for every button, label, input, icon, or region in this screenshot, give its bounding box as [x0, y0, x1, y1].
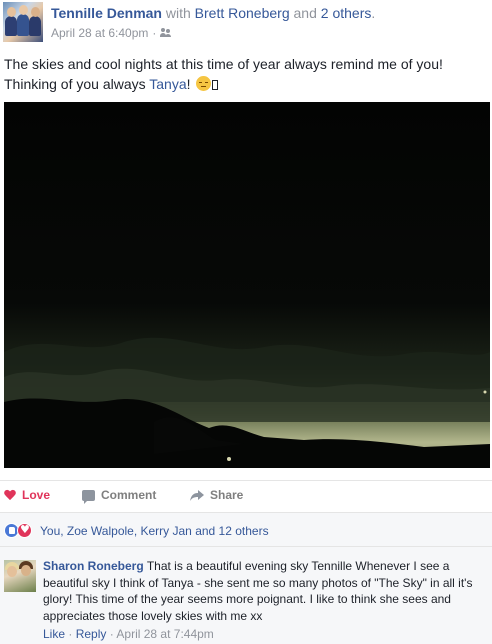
post-header: Tennille Denman with Brett Roneberg and …	[0, 0, 492, 46]
post-timestamp[interactable]: April 28 at 6:40pm	[51, 26, 148, 40]
love-label: Love	[22, 488, 51, 502]
pensive-face-emoji-icon	[196, 76, 212, 91]
comment-label: Comment	[101, 488, 157, 502]
post-message: The skies and cool nights at this time o…	[4, 54, 488, 94]
post-action-bar: Love Comment Share	[0, 480, 492, 510]
love-reaction-icon	[17, 523, 32, 538]
others-link[interactable]: 2 others	[321, 5, 372, 21]
tagged-person[interactable]: Brett Roneberg	[195, 5, 290, 21]
comment-body: Sharon Roneberg That is a beautiful even…	[43, 558, 488, 624]
comment-meta: Like · Reply · April 28 at 7:44pm	[43, 627, 214, 641]
share-button[interactable]: Share	[190, 488, 243, 502]
comment-icon	[82, 489, 95, 504]
heart-icon	[4, 490, 16, 501]
commenter-avatar[interactable]	[4, 560, 36, 592]
comment-reply-link[interactable]: Reply	[76, 627, 107, 641]
share-icon	[190, 489, 204, 501]
love-button[interactable]: Love	[4, 488, 50, 502]
with-word: with	[165, 5, 191, 21]
reaction-icons[interactable]	[4, 523, 32, 538]
message-text-2: !	[186, 76, 195, 92]
post-photo[interactable]	[4, 102, 490, 468]
mention-link[interactable]: Tanya	[149, 76, 186, 92]
post-title-line: Tennille Denman with Brett Roneberg and …	[51, 5, 375, 21]
comment-item: Sharon Roneberg That is a beautiful even…	[0, 546, 492, 644]
author-name[interactable]: Tennille Denman	[51, 5, 162, 21]
reactions-text[interactable]: You, Zoe Walpole, Kerry Jan and 12 other…	[40, 524, 269, 538]
missing-glyph-icon	[212, 80, 219, 90]
comment-meta-dot-2: ·	[109, 627, 114, 641]
author-avatar[interactable]	[3, 2, 43, 42]
meta-separator: ·	[152, 26, 157, 40]
comment-button[interactable]: Comment	[82, 488, 157, 504]
commenter-name[interactable]: Sharon Roneberg	[43, 559, 144, 573]
feed-post: Tennille Denman with Brett Roneberg and …	[0, 0, 492, 644]
share-label: Share	[210, 488, 244, 502]
post-meta: April 28 at 6:40pm ·	[51, 26, 172, 40]
friends-icon[interactable]	[160, 28, 172, 38]
message-text-1: The skies and cool nights at this time o…	[4, 56, 443, 92]
night-sky-image	[4, 102, 490, 468]
reactions-summary: You, Zoe Walpole, Kerry Jan and 12 other…	[0, 512, 492, 546]
comment-meta-dot-1: ·	[68, 627, 73, 641]
comment-like-link[interactable]: Like	[43, 627, 65, 641]
title-period: .	[371, 5, 376, 21]
comment-timestamp[interactable]: April 28 at 7:44pm	[116, 627, 213, 641]
and-word: and	[293, 5, 317, 21]
